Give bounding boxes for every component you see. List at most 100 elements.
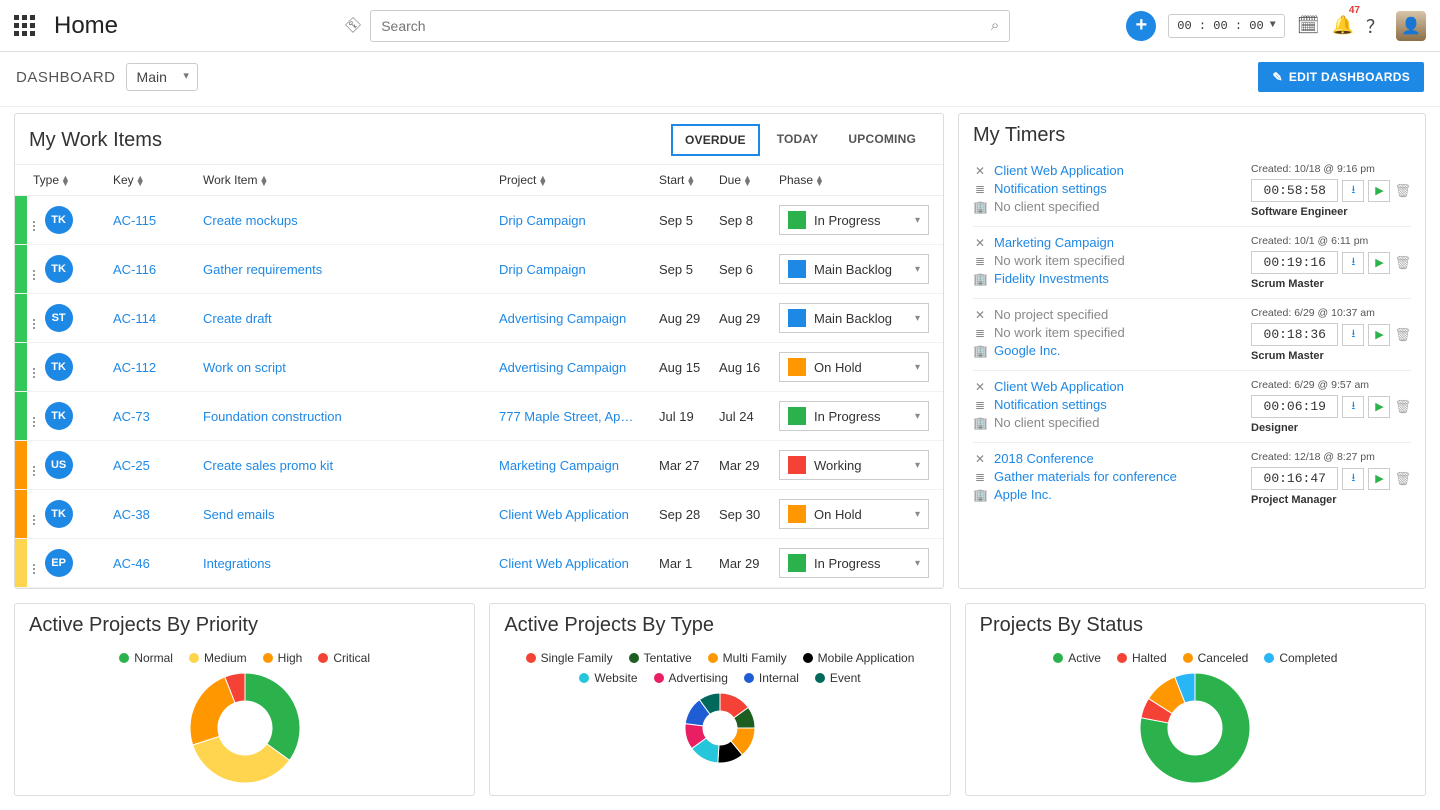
work-item-link[interactable]: Create sales promo kit — [203, 458, 333, 473]
legend-item[interactable]: Internal — [744, 671, 799, 685]
play-icon[interactable]: ▶ — [1368, 396, 1390, 418]
work-key-link[interactable]: AC-38 — [113, 507, 150, 522]
project-link[interactable]: Drip Campaign — [499, 213, 586, 228]
project-link[interactable]: Advertising Campaign — [499, 360, 626, 375]
notifications-icon[interactable]: 🔔47 — [1332, 15, 1354, 36]
legend-item[interactable]: Canceled — [1183, 651, 1249, 665]
col-key[interactable]: Key▲▼ — [107, 165, 197, 196]
search-input[interactable] — [381, 18, 991, 34]
type-chip[interactable]: ST — [45, 304, 73, 332]
work-item-link[interactable]: Gather requirements — [203, 262, 322, 277]
trash-icon[interactable]: 🗑 — [1394, 183, 1411, 199]
col-project[interactable]: Project▲▼ — [493, 165, 653, 196]
phase-select[interactable]: Working — [779, 450, 929, 480]
play-icon[interactable]: ▶ — [1368, 180, 1390, 202]
timer-client[interactable]: Google Inc. — [994, 343, 1061, 358]
calendar-icon[interactable]: 🗓 — [1297, 15, 1320, 36]
col-start[interactable]: Start▲▼ — [653, 165, 713, 196]
phase-select[interactable]: On Hold — [779, 499, 929, 529]
timer-project[interactable]: Client Web Application — [994, 163, 1124, 178]
timer-work-item[interactable]: Notification settings — [994, 181, 1107, 196]
drag-handle-icon[interactable] — [33, 319, 39, 329]
type-chip[interactable]: TK — [45, 500, 73, 528]
legend-item[interactable]: Advertising — [654, 671, 728, 685]
legend-item[interactable]: Multi Family — [708, 651, 787, 665]
work-item-link[interactable]: Work on script — [203, 360, 286, 375]
drag-handle-icon[interactable] — [33, 368, 39, 378]
type-chip[interactable]: TK — [45, 353, 73, 381]
play-icon[interactable]: ▶ — [1368, 252, 1390, 274]
timer-project[interactable]: Marketing Campaign — [994, 235, 1114, 250]
work-item-link[interactable]: Send emails — [203, 507, 275, 522]
phase-select[interactable]: Main Backlog — [779, 303, 929, 333]
dashboard-select[interactable]: Main — [126, 63, 198, 91]
legend-item[interactable]: Halted — [1117, 651, 1167, 665]
work-item-link[interactable]: Integrations — [203, 556, 271, 571]
project-link[interactable]: 777 Maple Street, Ap… — [499, 409, 633, 424]
col-work-item[interactable]: Work Item▲▼ — [197, 165, 493, 196]
tab-upcoming[interactable]: UPCOMING — [835, 124, 929, 156]
phase-select[interactable]: On Hold — [779, 352, 929, 382]
work-key-link[interactable]: AC-112 — [113, 360, 156, 375]
download-icon[interactable]: ⭳ — [1342, 396, 1364, 418]
drag-handle-icon[interactable] — [33, 417, 39, 427]
drag-handle-icon[interactable] — [33, 564, 39, 574]
work-key-link[interactable]: AC-116 — [113, 262, 156, 277]
drag-handle-icon[interactable] — [33, 221, 39, 231]
key-icon[interactable]: ⚿ — [343, 15, 364, 36]
play-icon[interactable]: ▶ — [1368, 324, 1390, 346]
apps-icon[interactable] — [14, 15, 36, 37]
type-chip[interactable]: TK — [45, 206, 73, 234]
help-icon[interactable]: ？ — [1366, 13, 1384, 39]
legend-item[interactable]: Mobile Application — [803, 651, 915, 665]
col-phase[interactable]: Phase▲▼ — [773, 165, 943, 196]
search-icon[interactable]: ⌕ — [991, 17, 999, 34]
type-chip[interactable]: US — [45, 451, 73, 479]
download-icon[interactable]: ⭳ — [1342, 468, 1364, 490]
project-link[interactable]: Marketing Campaign — [499, 458, 619, 473]
legend-item[interactable]: Single Family — [526, 651, 613, 665]
phase-select[interactable]: In Progress — [779, 548, 929, 578]
legend-item[interactable]: Website — [579, 671, 637, 685]
project-link[interactable]: Drip Campaign — [499, 262, 586, 277]
work-key-link[interactable]: AC-46 — [113, 556, 150, 571]
timer-work-item[interactable]: Gather materials for conference — [994, 469, 1177, 484]
work-key-link[interactable]: AC-73 — [113, 409, 150, 424]
global-timer[interactable]: 00 : 00 : 00 ▼ — [1168, 14, 1284, 38]
timer-client[interactable]: Fidelity Investments — [994, 271, 1109, 286]
work-item-link[interactable]: Create mockups — [203, 213, 298, 228]
type-chip[interactable]: TK — [45, 255, 73, 283]
tab-today[interactable]: TODAY — [764, 124, 832, 156]
col-due[interactable]: Due▲▼ — [713, 165, 773, 196]
project-link[interactable]: Client Web Application — [499, 556, 629, 571]
legend-item[interactable]: Critical — [318, 651, 370, 665]
timer-work-item[interactable]: Notification settings — [994, 397, 1107, 412]
timer-client[interactable]: Apple Inc. — [994, 487, 1052, 502]
avatar[interactable]: 👤 — [1396, 11, 1426, 41]
phase-select[interactable]: In Progress — [779, 401, 929, 431]
trash-icon[interactable]: 🗑 — [1394, 327, 1411, 343]
timer-project[interactable]: 2018 Conference — [994, 451, 1094, 466]
legend-item[interactable]: Completed — [1264, 651, 1337, 665]
phase-select[interactable]: In Progress — [779, 205, 929, 235]
legend-item[interactable]: High — [263, 651, 303, 665]
project-link[interactable]: Client Web Application — [499, 507, 629, 522]
add-button[interactable]: + — [1126, 11, 1156, 41]
tab-overdue[interactable]: OVERDUE — [671, 124, 760, 156]
project-link[interactable]: Advertising Campaign — [499, 311, 626, 326]
timer-project[interactable]: Client Web Application — [994, 379, 1124, 394]
legend-item[interactable]: Active — [1053, 651, 1101, 665]
download-icon[interactable]: ⭳ — [1342, 252, 1364, 274]
type-chip[interactable]: TK — [45, 402, 73, 430]
drag-handle-icon[interactable] — [33, 270, 39, 280]
col-type[interactable]: Type▲▼ — [27, 165, 107, 196]
drag-handle-icon[interactable] — [33, 466, 39, 476]
phase-select[interactable]: Main Backlog — [779, 254, 929, 284]
legend-item[interactable]: Normal — [119, 651, 173, 665]
trash-icon[interactable]: 🗑 — [1394, 255, 1411, 271]
download-icon[interactable]: ⭳ — [1342, 324, 1364, 346]
work-key-link[interactable]: AC-115 — [113, 213, 156, 228]
play-icon[interactable]: ▶ — [1368, 468, 1390, 490]
download-icon[interactable]: ⭳ — [1342, 180, 1364, 202]
legend-item[interactable]: Event — [815, 671, 861, 685]
